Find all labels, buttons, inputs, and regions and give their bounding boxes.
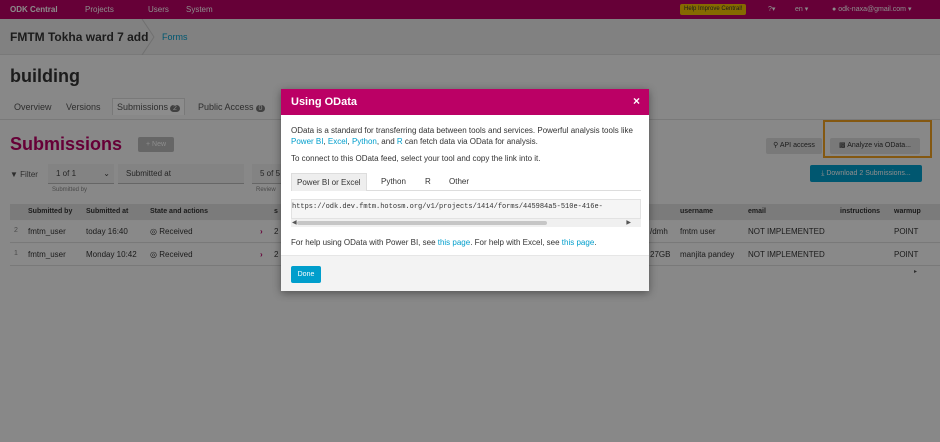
help-text: For help using OData with Power BI, see … xyxy=(291,237,636,248)
connect-instructions: To connect to this OData feed, select yo… xyxy=(291,154,541,163)
tab-other[interactable]: Other xyxy=(449,177,469,186)
intro-text-1: OData is a standard for transferring dat… xyxy=(291,126,633,135)
tab-r[interactable]: R xyxy=(425,177,431,186)
excel-help-link[interactable]: this page xyxy=(562,238,594,247)
help-text-3: . xyxy=(594,238,597,247)
scrollbar-thumb[interactable] xyxy=(297,221,547,225)
and-text: , and xyxy=(376,137,397,146)
tab-powerbi-excel[interactable]: Power BI or Excel xyxy=(291,173,367,191)
powerbi-help-link[interactable]: this page xyxy=(438,238,470,247)
help-text-1: For help using OData with Power BI, see xyxy=(291,238,438,247)
odata-modal: Using OData × OData is a standard for tr… xyxy=(281,89,649,291)
close-icon[interactable]: × xyxy=(633,94,640,108)
scroll-right-icon[interactable]: ▶ xyxy=(626,219,631,226)
help-text-2: . For help with Excel, see xyxy=(470,238,562,247)
url-scrollbar[interactable]: ◀ ▶ xyxy=(291,219,641,227)
scroll-left-icon[interactable]: ◀ xyxy=(292,219,297,226)
excel-link[interactable]: Excel xyxy=(328,137,348,146)
powerbi-link[interactable]: Power BI xyxy=(291,137,323,146)
modal-title: Using OData xyxy=(291,96,358,108)
modal-header: Using OData × xyxy=(281,89,649,115)
modal-intro: OData is a standard for transferring dat… xyxy=(291,125,636,147)
tool-tabs: Power BI or Excel Python R Other xyxy=(291,173,641,191)
modal-footer: Done xyxy=(281,255,649,291)
intro-text-2: can fetch data via OData for analysis. xyxy=(402,137,538,146)
done-button[interactable]: Done xyxy=(291,266,321,283)
tab-python[interactable]: Python xyxy=(381,177,406,186)
odata-url-field[interactable]: https://odk.dev.fmtm.hotosm.org/v1/proje… xyxy=(291,199,641,219)
python-link[interactable]: Python xyxy=(352,137,377,146)
